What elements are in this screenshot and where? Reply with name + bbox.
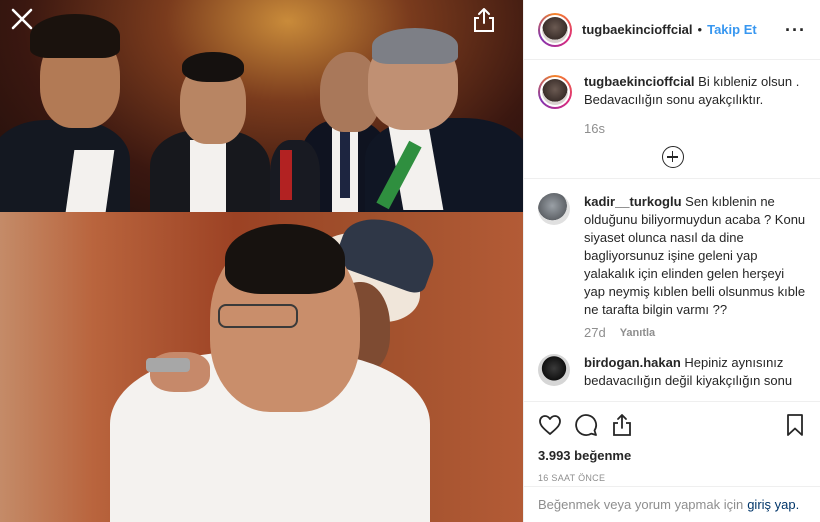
instagram-post-modal: tugbaekincioffcial • Takip Et ··· tugbae…: [0, 0, 820, 522]
plus-circle-icon[interactable]: [661, 146, 684, 168]
divider: [524, 178, 820, 179]
login-prompt-text: Beğenmek veya yorum yapmak için: [538, 497, 744, 512]
comment-text: kadir__turkoglu Sen kıblenin ne olduğunu…: [584, 193, 807, 319]
caption-meta: 16s: [584, 121, 807, 136]
more-icon[interactable]: ···: [785, 21, 806, 39]
follow-button[interactable]: Takip Et: [707, 22, 757, 37]
caption-text: tugbaekincioffcial Bi kıbleniz olsun . B…: [584, 73, 807, 109]
comments-section[interactable]: tugbaekincioffcial Bi kıbleniz olsun . B…: [524, 61, 820, 401]
bookmark-icon[interactable]: [783, 413, 807, 437]
caption-username[interactable]: tugbaekincioffcial: [584, 74, 695, 89]
login-prompt-bar: Beğenmek veya yorum yapmak için giriş ya…: [524, 486, 820, 522]
close-icon[interactable]: [9, 6, 35, 32]
post-actions: 3.993 beğenme 16 SAAT ÖNCE: [524, 401, 820, 483]
comment-username[interactable]: birdogan.hakan: [584, 355, 681, 370]
avatar[interactable]: [538, 75, 572, 109]
comment-text: birdogan.hakan Hepiniz aynısınız bedavac…: [584, 354, 807, 390]
caption-time[interactable]: 16s: [584, 121, 605, 136]
comment-username[interactable]: kadir__turkoglu: [584, 194, 682, 209]
avatar[interactable]: [538, 12, 572, 47]
author-username[interactable]: tugbaekincioffcial: [582, 22, 693, 37]
caption: tugbaekincioffcial Bi kıbleniz olsun . B…: [538, 73, 807, 109]
like-count[interactable]: 3.993 beğenme: [538, 448, 807, 463]
load-more-comments[interactable]: [538, 146, 807, 168]
share-icon[interactable]: [470, 6, 498, 34]
avatar[interactable]: [538, 193, 570, 225]
post-panel: tugbaekincioffcial • Takip Et ··· tugbae…: [523, 0, 820, 522]
reply-button[interactable]: Yanıtla: [620, 327, 655, 340]
heart-icon[interactable]: [538, 413, 562, 437]
avatar[interactable]: [538, 354, 570, 386]
comment-icon[interactable]: [574, 413, 598, 437]
action-icons: [538, 410, 807, 440]
comment-time[interactable]: 27d: [584, 325, 606, 340]
comment-meta: 27d Yanıtla: [584, 325, 807, 340]
login-link[interactable]: giriş yap.: [747, 497, 799, 512]
photo-bottom-half: [0, 207, 523, 522]
post-header: tugbaekincioffcial • Takip Et ···: [524, 0, 820, 60]
post-timestamp[interactable]: 16 SAAT ÖNCE: [538, 473, 807, 483]
share-icon[interactable]: [610, 413, 634, 437]
separator-dot: •: [697, 22, 703, 37]
comment-item: birdogan.hakan Hepiniz aynısınız bedavac…: [538, 354, 807, 390]
post-photo[interactable]: [0, 0, 523, 522]
comment-body: Sen kıblenin ne olduğunu biliyormuydun a…: [584, 194, 806, 317]
photo-top-half: [0, 0, 523, 220]
comment-item: kadir__turkoglu Sen kıblenin ne olduğunu…: [538, 193, 807, 319]
